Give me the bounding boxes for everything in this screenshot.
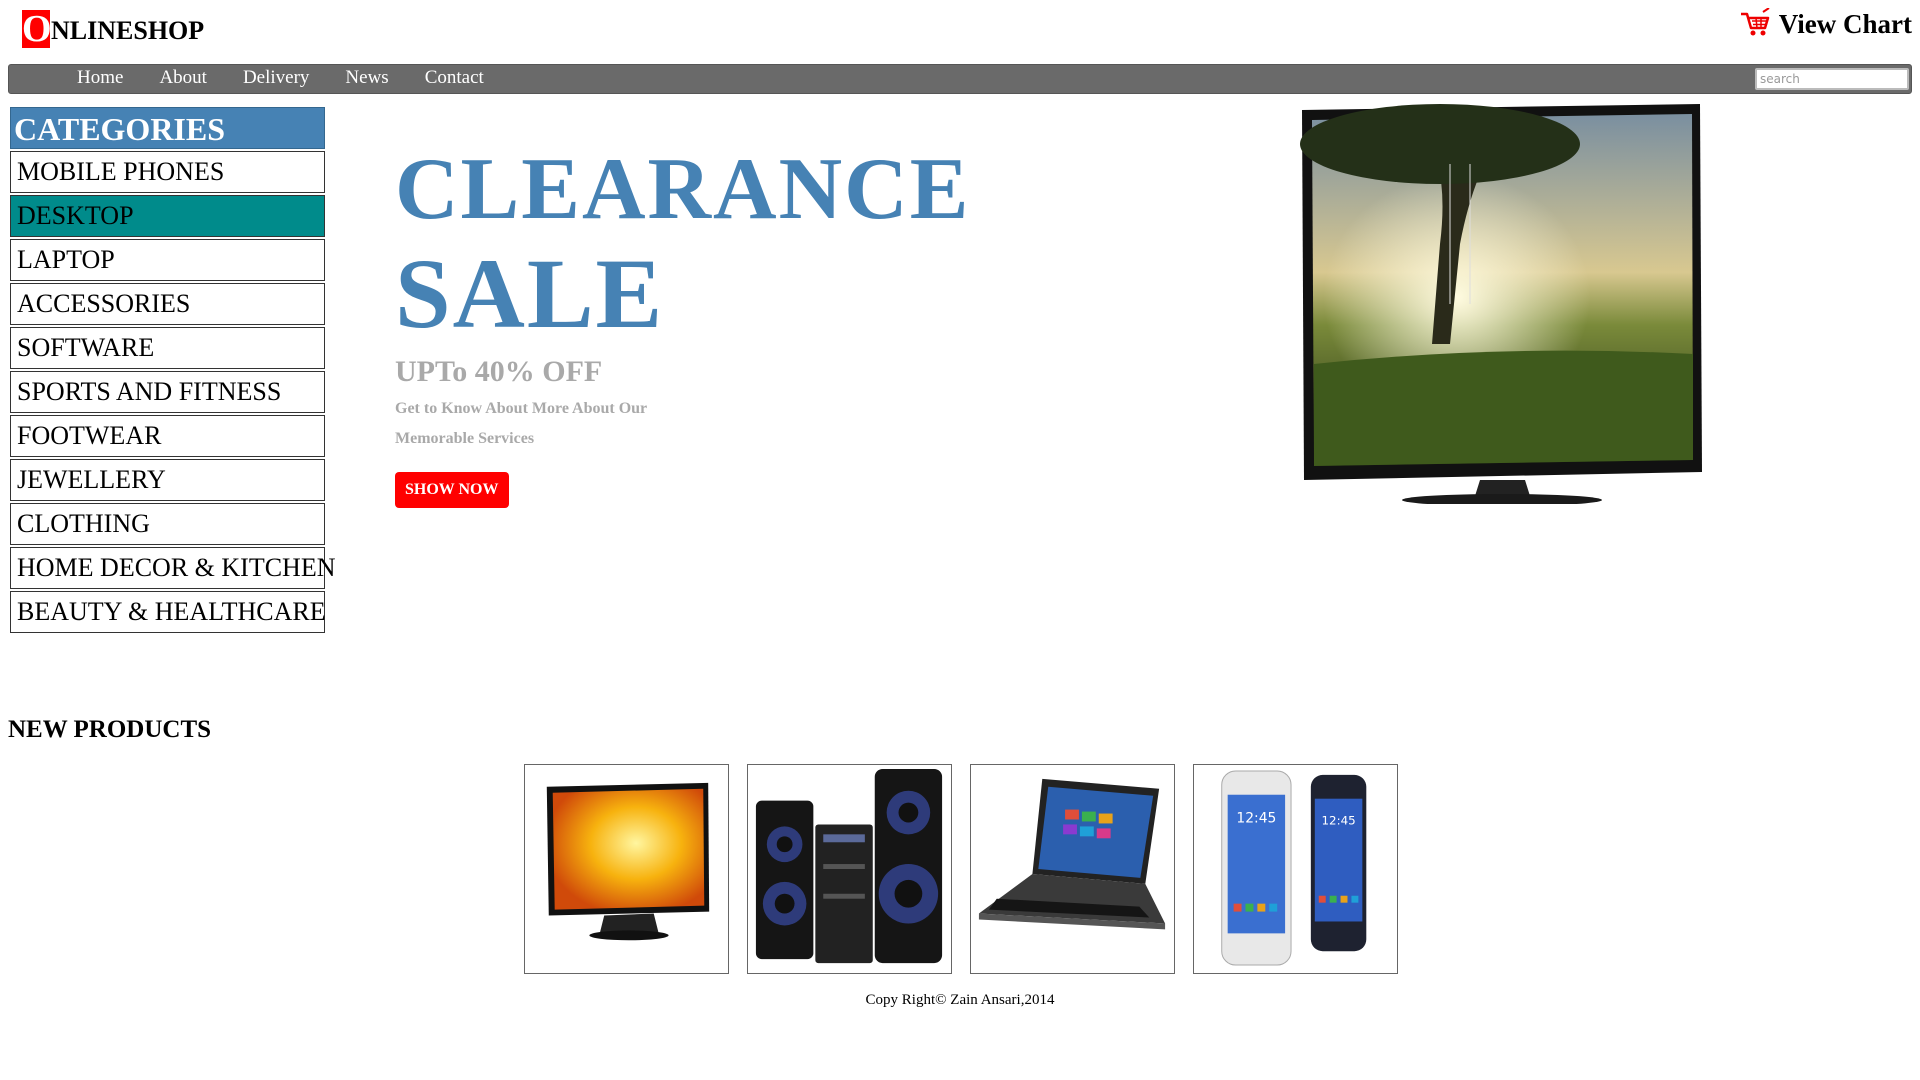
- hero-tv-image: [1300, 104, 1702, 504]
- speaker-system-product-image: [755, 768, 943, 964]
- site-logo[interactable]: O NLINESHOP: [22, 10, 204, 48]
- hero-description-line2: Memorable Services: [395, 430, 535, 447]
- nav-delivery[interactable]: Delivery: [243, 65, 309, 93]
- search-input[interactable]: [1755, 68, 1909, 90]
- categories-sidebar: CATEGORIES MOBILE PHONES DESKTOP LAPTOP …: [10, 107, 336, 633]
- view-cart-link[interactable]: View Chart: [1739, 8, 1912, 40]
- product-card[interactable]: [970, 764, 1175, 974]
- logo-text: NLINESHOP: [51, 16, 205, 45]
- logo-letter: O: [22, 8, 52, 50]
- category-beauty-healthcare[interactable]: BEAUTY & HEALTHCARE: [10, 591, 326, 633]
- laptop-product-image: [978, 778, 1166, 930]
- shopping-cart-icon: [1740, 8, 1770, 36]
- category-software[interactable]: SOFTWARE: [10, 327, 325, 369]
- product-card[interactable]: [747, 764, 952, 974]
- new-products-list: 12:45 12:45: [524, 764, 1416, 974]
- category-clothing[interactable]: CLOTHING: [10, 503, 325, 545]
- nav-about[interactable]: About: [159, 65, 207, 93]
- cart-label: View Chart: [1778, 8, 1912, 39]
- tv-product-image: [546, 782, 710, 941]
- hero-banner: CLEARANCE SALE UPTo 40% OFF Get to Know …: [395, 140, 970, 508]
- hero-title-line2: SALE: [395, 238, 665, 349]
- new-products-title: NEW PRODUCTS: [8, 716, 212, 743]
- category-footwear[interactable]: FOOTWEAR: [10, 415, 325, 457]
- category-jewellery[interactable]: JEWELLERY: [10, 459, 325, 501]
- svg-text:12:45: 12:45: [1321, 813, 1355, 827]
- hero-title-line1: CLEARANCE: [395, 141, 971, 238]
- nav-news[interactable]: News: [345, 65, 388, 93]
- nav-home[interactable]: Home: [77, 65, 123, 93]
- category-sports-and-fitness[interactable]: SPORTS AND FITNESS: [10, 371, 325, 413]
- nav-contact[interactable]: Contact: [425, 65, 484, 93]
- category-accessories[interactable]: ACCESSORIES: [10, 283, 325, 325]
- hero-offer: UPTo 40% OFF: [395, 355, 603, 388]
- footer-copyright: Copy Right© Zain Ansari,2014: [865, 992, 1055, 1008]
- category-home-decor-kitchen[interactable]: HOME DECOR & KITCHEN: [10, 547, 336, 589]
- product-card[interactable]: [524, 764, 729, 974]
- product-card[interactable]: 12:45 12:45: [1193, 764, 1398, 974]
- category-laptop[interactable]: LAPTOP: [10, 239, 325, 281]
- svg-text:12:45: 12:45: [1236, 810, 1276, 826]
- category-mobile-phones[interactable]: MOBILE PHONES: [10, 151, 325, 193]
- category-desktop[interactable]: DESKTOP: [10, 195, 325, 237]
- hero-description: Get to Know About More About Our Memorab…: [395, 394, 695, 454]
- categories-title: CATEGORIES: [10, 107, 325, 149]
- main-navigation: Home About Delivery News Contact: [8, 64, 1912, 94]
- hero-description-line1: Get to Know About More About Our: [395, 400, 648, 417]
- show-now-button[interactable]: SHOW NOW: [395, 472, 509, 508]
- smartphone-product-image: 12:45 12:45: [1221, 770, 1367, 966]
